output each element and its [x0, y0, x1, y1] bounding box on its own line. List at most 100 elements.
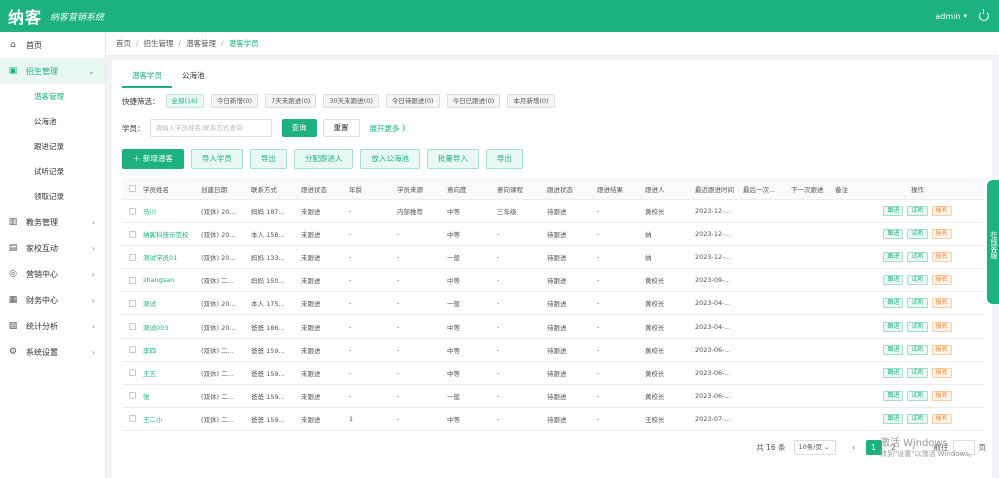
chevron-down-icon[interactable]: ▾ — [963, 12, 967, 20]
table-cell: 2023-09-... — [695, 276, 731, 285]
trial-button[interactable]: 试听 — [907, 298, 928, 309]
follow-button[interactable]: 跟进 — [883, 321, 904, 332]
chip-7d[interactable]: 7天未跟进(0) — [265, 94, 317, 108]
follow-button[interactable]: 跟进 — [883, 390, 904, 401]
sidebar-item-market[interactable]: ◎ 营销中心 › — [0, 261, 105, 287]
sidebar-sub-pool[interactable]: 公海池 — [0, 109, 105, 134]
row-checkbox[interactable] — [129, 369, 136, 377]
signup-button[interactable]: 报名 — [931, 390, 952, 401]
chip-all[interactable]: 全部(16) — [165, 94, 204, 108]
student-name-link[interactable]: 王二小 — [140, 414, 198, 424]
batch-import-button[interactable]: 批量导入 — [426, 149, 479, 169]
expand-button[interactable]: 展开更多 》 — [370, 123, 410, 134]
tab-leads[interactable]: 潜客学员 — [122, 66, 172, 88]
follow-button[interactable]: 跟进 — [883, 229, 904, 240]
row-ops: 跟进 试听 报名 — [878, 321, 954, 332]
table-cell: - — [397, 345, 400, 354]
row-checkbox[interactable] — [129, 276, 136, 284]
trial-button[interactable]: 试听 — [907, 367, 928, 378]
sidebar-item-interact[interactable]: ▤ 家校互动 › — [0, 235, 105, 261]
trial-button[interactable]: 试听 — [907, 206, 928, 217]
follow-button[interactable]: 跟进 — [883, 298, 904, 309]
trial-button[interactable]: 试听 — [907, 275, 928, 286]
row-checkbox[interactable] — [129, 346, 136, 354]
sidebar-item-enroll[interactable]: ▣ 招生管理 ⌄ — [0, 58, 105, 84]
student-name-link[interactable]: 王五 — [140, 368, 198, 378]
prev-page-button[interactable]: ‹ — [846, 440, 862, 455]
row-checkbox[interactable] — [129, 253, 136, 261]
student-name-link[interactable]: 测试 — [140, 298, 198, 308]
student-name-link[interactable]: 马川 — [140, 206, 198, 216]
sidebar-sub-leads[interactable]: 潜客管理 — [0, 84, 105, 109]
row-checkbox[interactable] — [129, 415, 136, 423]
export-button[interactable]: 导出 — [249, 149, 287, 169]
settings-icon: ⚙ — [8, 347, 18, 357]
move-to-pool-button[interactable]: 放入公海池 — [360, 149, 420, 169]
student-name-link[interactable]: zhangsan — [140, 276, 198, 284]
row-checkbox[interactable] — [129, 207, 136, 215]
assign-follower-button[interactable]: 分配跟进人 — [293, 149, 354, 169]
sidebar-item-teach[interactable]: ▥ 教务管理 › — [0, 209, 105, 235]
student-name-link[interactable]: 测试学员01 — [140, 252, 198, 262]
trial-button[interactable]: 试听 — [907, 321, 928, 332]
follow-button[interactable]: 跟进 — [883, 275, 904, 286]
follow-button[interactable]: 跟进 — [883, 252, 904, 263]
trial-button[interactable]: 试听 — [907, 252, 928, 263]
tab-pool[interactable]: 公海池 — [172, 66, 215, 88]
signup-button[interactable]: 报名 — [931, 229, 952, 240]
sidebar-item-finance[interactable]: ▦ 财务中心 › — [0, 287, 105, 313]
reset-button[interactable]: 重置 — [322, 119, 360, 137]
table-cell: 中等 — [447, 277, 460, 286]
row-checkbox[interactable] — [129, 323, 136, 331]
power-icon[interactable] — [979, 9, 989, 21]
breadcrumb-enroll[interactable]: 招生管理 — [144, 38, 174, 49]
row-ops: 跟进 试听 报名 — [878, 229, 954, 240]
signup-button[interactable]: 报名 — [931, 367, 952, 378]
export-all-button[interactable]: 导出 — [485, 149, 523, 169]
search-input[interactable]: 请输入学员姓名/联系方式查询 — [149, 119, 272, 137]
select-all-checkbox[interactable] — [129, 185, 136, 192]
chip-today-todo[interactable]: 今日待跟进(0) — [385, 94, 440, 108]
signup-button[interactable]: 报名 — [931, 344, 952, 355]
row-checkbox[interactable] — [129, 299, 136, 307]
query-button[interactable]: 查询 — [281, 119, 317, 137]
follow-button[interactable]: 跟进 — [883, 344, 904, 355]
row-checkbox[interactable] — [129, 230, 136, 238]
sidebar-sub-claim[interactable]: 领取记录 — [0, 184, 105, 209]
chip-today-new[interactable]: 今日新增(0) — [210, 94, 259, 108]
add-lead-button[interactable]: ＋ 新增潜客 — [122, 149, 184, 169]
follow-button[interactable]: 跟进 — [883, 413, 904, 424]
signup-button[interactable]: 报名 — [931, 413, 952, 424]
trial-button[interactable]: 试听 — [907, 229, 928, 240]
chip-month-new[interactable]: 本月新增(0) — [507, 94, 555, 108]
follow-button[interactable]: 跟进 — [883, 206, 904, 217]
sidebar-item-settings[interactable]: ⚙ 系统设置 › — [0, 339, 105, 365]
signup-button[interactable]: 报名 — [931, 275, 952, 286]
float-service-tab[interactable]: 在线客服 — [987, 180, 999, 304]
row-checkbox[interactable] — [129, 392, 136, 400]
signup-button[interactable]: 报名 — [931, 298, 952, 309]
sidebar-item-home[interactable]: ⌂ 首页 — [0, 32, 105, 58]
signup-button[interactable]: 报名 — [931, 321, 952, 332]
student-name-link[interactable]: 张 — [140, 391, 198, 401]
sidebar-item-stats[interactable]: ▧ 统计分析 › — [0, 313, 105, 339]
sidebar-sub-follow[interactable]: 跟进记录 — [0, 134, 105, 159]
breadcrumb-home[interactable]: 首页 — [116, 38, 131, 49]
breadcrumb-leads[interactable]: 潜客管理 — [186, 38, 216, 49]
signup-button[interactable]: 报名 — [931, 206, 952, 217]
table-row: 王二小 (双休) 二... 爸爸 159... 未跟进 1 - 中等 - 待跟进 - 王校长 2023… — [122, 408, 984, 431]
page-size-select[interactable]: 10条/页 ⌄ — [793, 440, 836, 455]
signup-button[interactable]: 报名 — [931, 252, 952, 263]
student-name-link[interactable]: 测试003 — [140, 322, 198, 332]
trial-button[interactable]: 试听 — [907, 413, 928, 424]
student-name-link[interactable]: 李四 — [140, 345, 198, 355]
student-name-link[interactable]: 纳客科技示范校 — [140, 229, 198, 239]
follow-button[interactable]: 跟进 — [883, 367, 904, 378]
trial-button[interactable]: 试听 — [907, 390, 928, 401]
trial-button[interactable]: 试听 — [907, 344, 928, 355]
user-menu[interactable]: admin — [935, 12, 960, 21]
chip-30d[interactable]: 30天未跟进(0) — [323, 94, 379, 108]
sidebar-sub-trial[interactable]: 试听记录 — [0, 159, 105, 184]
import-student-button[interactable]: 导入学员 — [190, 149, 243, 169]
chip-today-done[interactable]: 今日已跟进(0) — [446, 94, 501, 108]
